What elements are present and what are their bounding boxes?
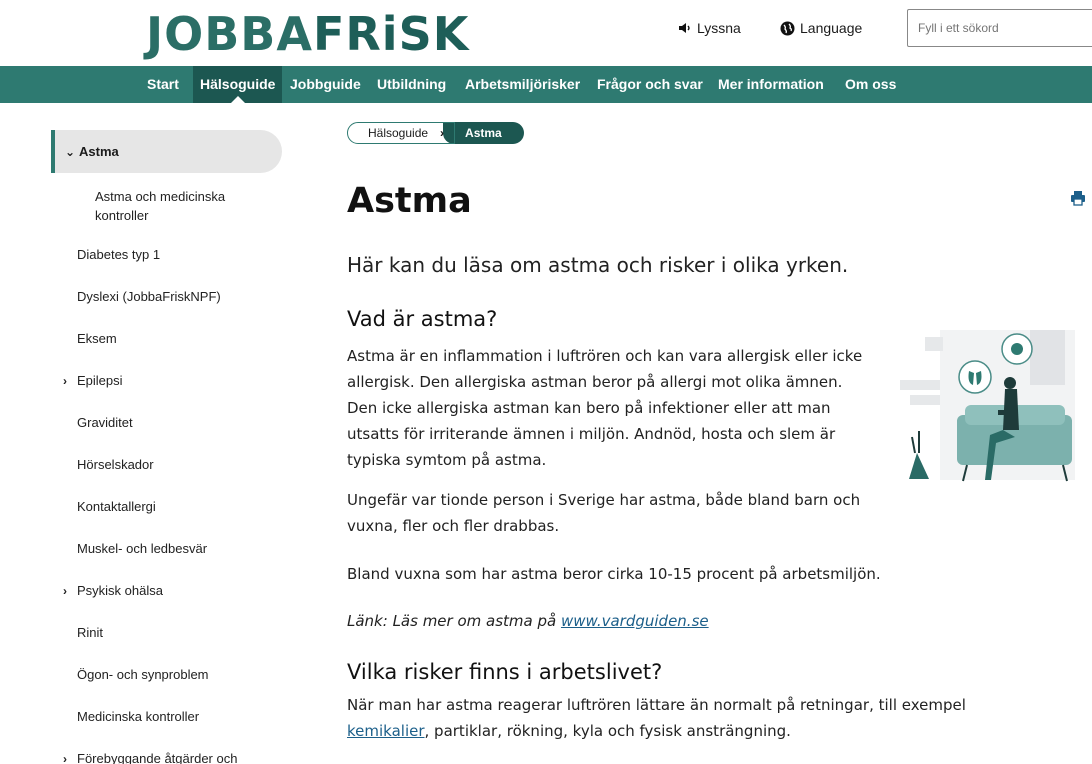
chevron-right-icon: ›	[63, 584, 67, 598]
sidebar-item-dyslexi[interactable]: Dyslexi (JobbaFriskNPF)	[77, 289, 221, 304]
sidebar-item-diabetes[interactable]: Diabetes typ 1	[77, 247, 160, 262]
nav-item-arbetsmiljorisker[interactable]: Arbetsmiljörisker	[458, 66, 587, 103]
sidebar-item-muskel-och-ledbesvar[interactable]: Muskel- och ledbesvär	[77, 541, 207, 556]
paragraph-definition: Astma är en inflammation i luftrören och…	[347, 347, 863, 469]
sidebar-item-label: Förebyggande åtgärder och	[77, 751, 238, 764]
sidebar-item-astma[interactable]: ⌄ Astma	[51, 130, 282, 173]
chevron-right-icon: ›	[63, 752, 67, 764]
speaker-icon	[679, 23, 690, 33]
print-icon[interactable]	[1070, 190, 1086, 206]
sidebar-item-kontaktallergi[interactable]: Kontaktallergi	[77, 499, 156, 514]
sidebar-item-eksem[interactable]: Eksem	[77, 331, 117, 346]
site-logo[interactable]: JOBBAFRiSK	[146, 4, 469, 64]
sidebar-item-label: Psykisk ohälsa	[77, 583, 163, 598]
sidebar-item-medicinska-kontroller[interactable]: Medicinska kontroller	[77, 709, 199, 724]
paragraph-external-link: Länk: Läs mer om astma på www.vardguiden…	[347, 612, 709, 630]
kemikalier-link[interactable]: kemikalier	[347, 722, 425, 740]
nav-item-om-oss[interactable]: Om oss	[838, 66, 903, 103]
search-field[interactable]	[907, 9, 1092, 47]
breadcrumb-parent[interactable]: Hälsoguide ›	[347, 122, 456, 144]
globe-icon	[780, 21, 795, 35]
section-heading-what: Vad är astma?	[347, 307, 498, 331]
sidebar-item-horselskador[interactable]: Hörselskador	[77, 457, 154, 472]
listen-button[interactable]: Lyssna	[678, 20, 741, 36]
sidebar-item-label: Epilepsi	[77, 373, 123, 388]
chevron-right-icon: ›	[440, 126, 445, 140]
nav-item-halsoguide[interactable]: Hälsoguide	[193, 66, 283, 103]
listen-label: Lyssna	[697, 20, 741, 36]
sidebar-item-forebyggande-atgarder[interactable]: › Förebyggande åtgärder och	[63, 751, 237, 764]
page-intro: Här kan du läsa om astma och risker i ol…	[347, 253, 849, 277]
nav-item-jobbguide[interactable]: Jobbguide	[283, 66, 368, 103]
search-input[interactable]	[918, 21, 1088, 35]
main-navigation: Start Hälsoguide Jobbguide Utbildning Ar…	[0, 66, 1092, 103]
chevron-down-icon: ⌄	[65, 145, 76, 159]
language-button[interactable]: Language	[780, 20, 862, 36]
paragraph-prevalence: Ungefär var tionde person i Sverige har …	[347, 491, 861, 535]
nav-item-start[interactable]: Start	[140, 66, 186, 103]
nav-item-mer-information[interactable]: Mer information	[711, 66, 831, 103]
page-title: Astma	[347, 181, 472, 221]
sidebar-item-psykisk-ohalsa[interactable]: › Psykisk ohälsa	[63, 583, 163, 598]
paragraph-risks: När man har astma reagerar luftrören lät…	[347, 696, 966, 740]
sidebar-item-rinit[interactable]: Rinit	[77, 625, 103, 640]
nav-item-utbildning[interactable]: Utbildning	[370, 66, 453, 103]
sidebar-item-label: Astma	[79, 144, 119, 159]
chevron-right-icon: ›	[63, 374, 67, 388]
sidebar-item-epilepsi[interactable]: › Epilepsi	[63, 373, 123, 388]
nav-item-fragor-och-svar[interactable]: Frågor och svar	[590, 66, 710, 103]
site-header: JOBBAFRiSK Lyssna Language	[0, 0, 1092, 64]
sidebar: ⌄ Astma Astma och medicinska kontroller D…	[0, 103, 300, 764]
section-heading-risks: Vilka risker finns i arbetslivet?	[347, 660, 663, 684]
language-label: Language	[800, 20, 863, 36]
vardguiden-link[interactable]: www.vardguiden.se	[561, 612, 709, 630]
person-on-sofa-illustration	[900, 330, 1075, 482]
paragraph-work-related: Bland vuxna som har astma beror cirka 10…	[347, 565, 881, 583]
sidebar-item-graviditet[interactable]: Graviditet	[77, 415, 133, 430]
breadcrumb: Hälsoguide › Astma	[347, 122, 524, 144]
sidebar-item-ogon-och-synproblem[interactable]: Ögon- och synproblem	[77, 667, 209, 682]
sidebar-subitem-astma-och-medicinska-kontroller[interactable]: Astma och medicinska kontroller	[95, 187, 265, 225]
breadcrumb-current: Astma	[443, 122, 524, 144]
